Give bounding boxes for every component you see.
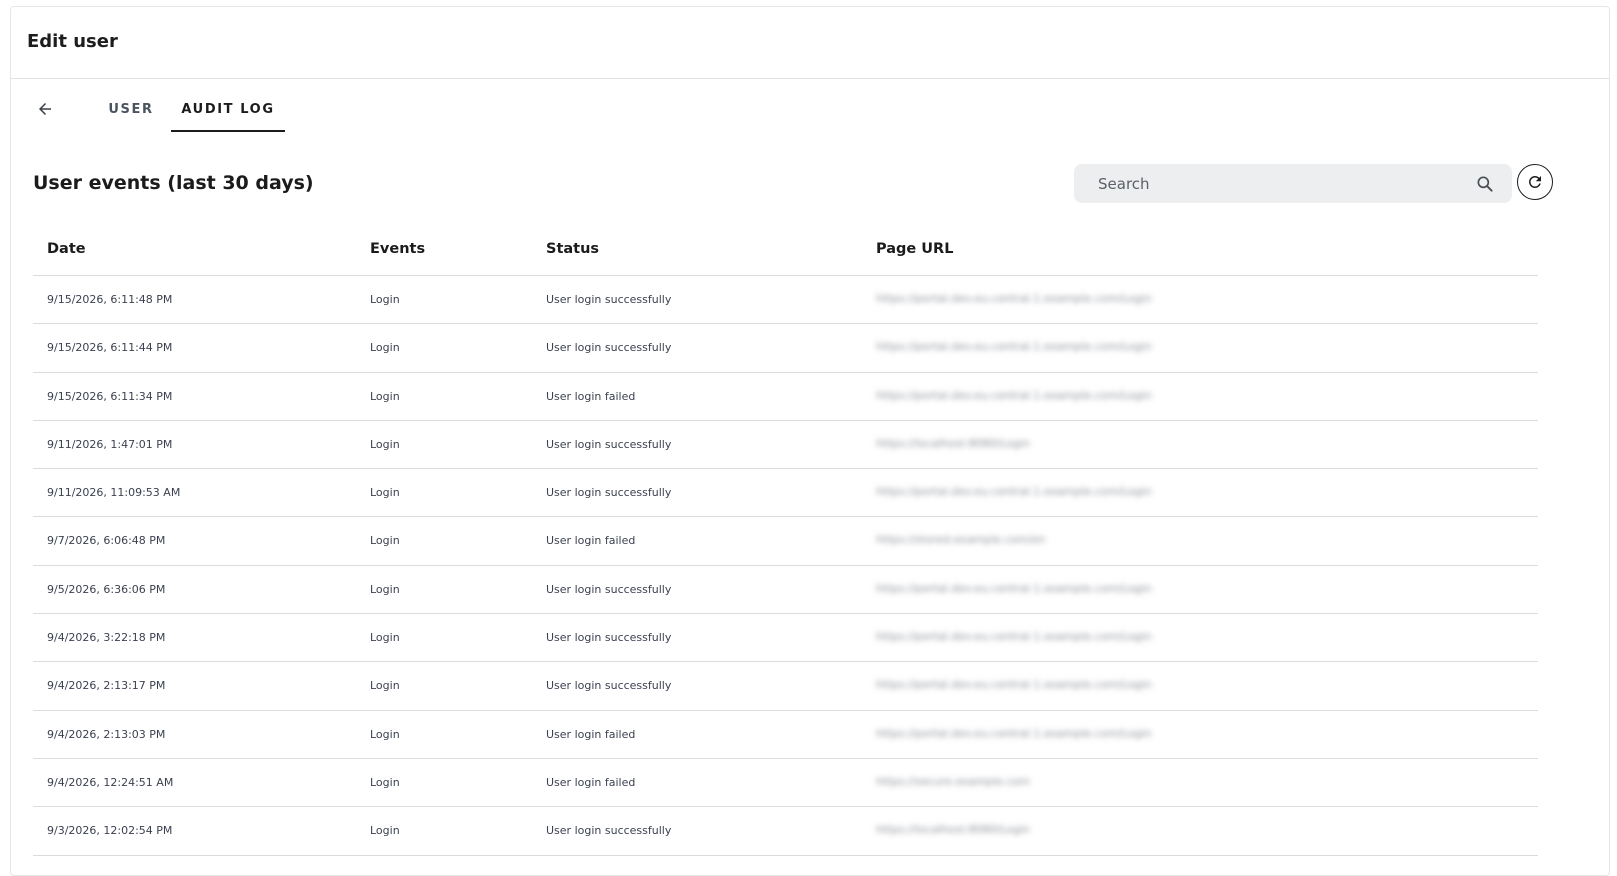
table-row: 9/15/2026, 6:11:44 PM Login User login suc… [33, 324, 1538, 373]
table-row: 9/4/2026, 2:13:03 PM Login User login fail… [33, 711, 1538, 759]
cell-status: User login successfully [546, 824, 672, 838]
search-input[interactable] [1096, 163, 1474, 204]
back-button[interactable] [31, 95, 59, 123]
table-row: 9/4/2026, 3:22:18 PM Login User login succ… [33, 614, 1538, 663]
cell-event: Login [370, 775, 400, 789]
refresh-icon [1528, 175, 1541, 188]
table-row: 9/5/2026, 6:36:06 PM Login User login succ… [33, 566, 1538, 615]
section-title: User events (last 30 days) [33, 172, 314, 194]
tabs-bar: USER AUDIT LOG [11, 85, 1609, 135]
active-tab-indicator [171, 130, 285, 132]
table-row: 9/11/2026, 11:09:53 AM Login User login su… [33, 469, 1538, 518]
cell-page-url: https://localhost:8080/Login [876, 436, 1030, 450]
card-header: Edit user [11, 7, 1609, 79]
table-row: 9/4/2026, 12:24:51 AM Login User login fai… [33, 759, 1538, 808]
cell-event: Login [370, 341, 400, 355]
cell-event: Login [370, 293, 400, 306]
cell-event: Login [370, 582, 400, 596]
cell-date: 9/15/2026, 6:11:34 PM [47, 389, 173, 403]
cell-page-url: https://portal.dev.eu.central.1.example.… [876, 678, 1152, 692]
page-title: Edit user [27, 31, 118, 52]
audit-log-table: Date Events Status Page URL 9/15/2026, 6… [33, 224, 1538, 856]
cell-page-url: https://portal.dev.eu.central.1.example.… [876, 485, 1152, 499]
tab-audit-log[interactable]: AUDIT LOG [171, 85, 285, 133]
column-header-date: Date [47, 241, 86, 257]
cell-status: User login successfully [546, 582, 672, 596]
refresh-button[interactable] [1517, 164, 1553, 200]
cell-page-url: https://portal.dev.eu.central.1.example.… [876, 630, 1152, 644]
cell-page-url: https://portal.dev.eu.central.1.example.… [876, 581, 1152, 595]
cell-status: User login successfully [546, 631, 672, 645]
cell-date: 9/7/2026, 6:06:48 PM [47, 534, 166, 548]
cell-event: Login [370, 824, 400, 838]
cell-event: Login [370, 727, 400, 741]
edit-user-card: Edit user USER AUDIT LOG User events (la… [10, 6, 1610, 876]
cell-page-url: https://localhost:8080/Login [876, 823, 1030, 837]
cell-page-url: https://portal.dev.eu.central.1.example.… [876, 388, 1152, 402]
cell-date: 9/15/2026, 6:11:48 PM [47, 293, 173, 306]
cell-date: 9/4/2026, 3:22:18 PM [47, 631, 166, 645]
cell-event: Login [370, 679, 400, 693]
cell-event: Login [370, 486, 400, 500]
search-box [1074, 163, 1512, 204]
cell-page-url: https://stored.example.com/en [876, 533, 1046, 547]
table-row: 9/4/2026, 2:13:17 PM Login User login succ… [33, 662, 1538, 711]
cell-date: 9/11/2026, 11:09:53 AM [47, 486, 181, 500]
cell-page-url: https://portal.dev.eu.central.1.example.… [876, 726, 1152, 740]
cell-date: 9/3/2026, 12:02:54 PM [47, 824, 173, 838]
cell-page-url: https://secure.example.com [876, 774, 1030, 788]
cell-status: User login successfully [546, 486, 672, 500]
cell-date: 9/4/2026, 2:13:17 PM [47, 679, 166, 693]
table-body: 9/15/2026, 6:11:48 PM Login User login suc… [33, 276, 1538, 856]
cell-status: User login failed [546, 534, 636, 548]
cell-page-url: https://portal.dev.eu.central.1.example.… [876, 292, 1152, 305]
cell-event: Login [370, 389, 400, 403]
column-header-page-url: Page URL [876, 241, 954, 257]
column-header-events: Events [370, 241, 426, 257]
cell-date: 9/4/2026, 12:24:51 AM [47, 775, 174, 789]
cell-date: 9/5/2026, 6:36:06 PM [47, 582, 166, 596]
cell-status: User login successfully [546, 679, 672, 693]
table-header: Date Events Status Page URL [33, 224, 1538, 276]
table-row: 9/7/2026, 6:06:48 PM Login User login fail… [33, 517, 1538, 566]
search-icon[interactable] [1474, 173, 1496, 195]
cell-date: 9/11/2026, 1:47:01 PM [47, 437, 173, 451]
cell-status: User login successfully [546, 293, 672, 306]
table-row: 9/3/2026, 12:02:54 PM Login User login suc… [33, 807, 1538, 856]
tab-user[interactable]: USER [89, 85, 173, 133]
cell-event: Login [370, 437, 400, 451]
cell-date: 9/15/2026, 6:11:44 PM [47, 341, 173, 355]
cell-status: User login failed [546, 389, 636, 403]
cell-date: 9/4/2026, 2:13:03 PM [47, 727, 166, 741]
cell-status: User login failed [546, 775, 636, 789]
column-header-status: Status [546, 241, 600, 257]
table-row: 9/15/2026, 6:11:34 PM Login User login fai… [33, 373, 1538, 421]
cell-page-url: https://portal.dev.eu.central.1.example.… [876, 340, 1152, 354]
cell-status: User login successfully [546, 437, 672, 451]
cell-status: User login failed [546, 727, 636, 741]
cell-event: Login [370, 534, 400, 548]
cell-status: User login successfully [546, 341, 672, 355]
cell-event: Login [370, 631, 400, 645]
table-row: 9/15/2026, 6:11:48 PM Login User login suc… [33, 276, 1538, 325]
arrow-left-icon [39, 103, 51, 115]
table-row: 9/11/2026, 1:47:01 PM Login User login suc… [33, 421, 1538, 470]
